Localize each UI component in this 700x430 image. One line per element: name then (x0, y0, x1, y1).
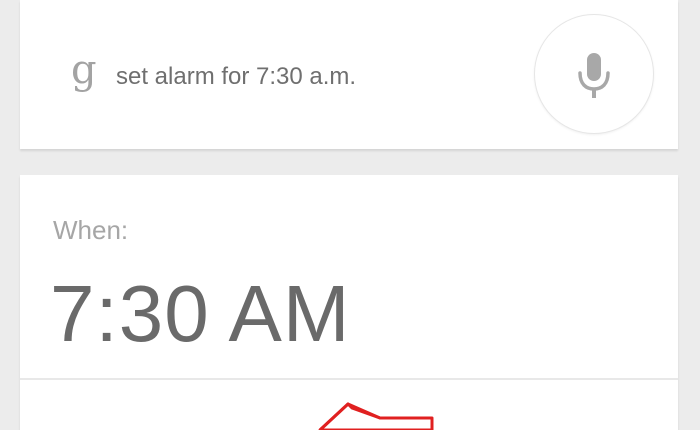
screen: g set alarm for 7:30 a.m. When: 7:30 AM (0, 0, 700, 430)
red-arrow-annotation (318, 402, 434, 430)
